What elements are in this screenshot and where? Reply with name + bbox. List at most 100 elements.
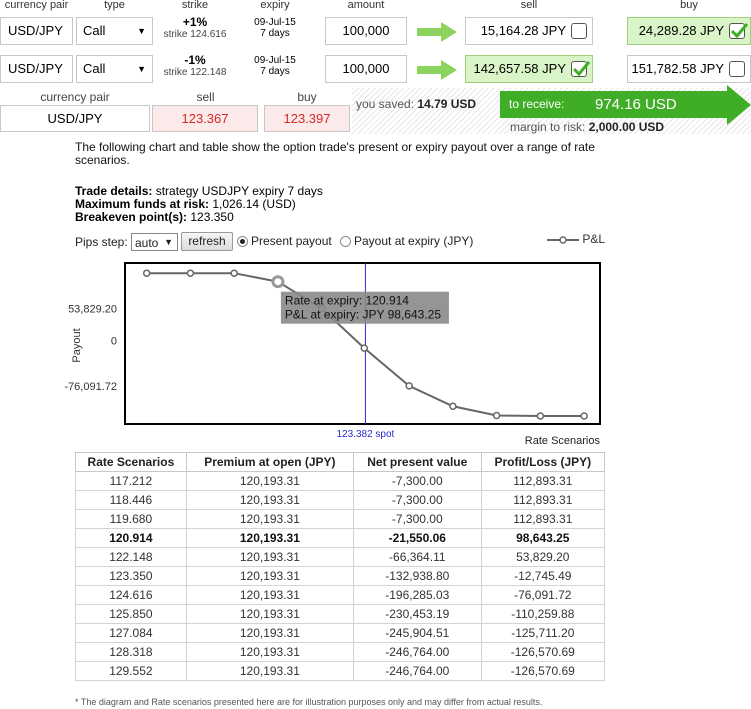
expiry-days: 7 days xyxy=(260,28,290,39)
table-row: 119.680 120,193.31 -7,300.00 112,893.31 xyxy=(75,509,606,529)
legend-label: P&L xyxy=(582,232,606,246)
trade-details: Trade details: strategy USDJPY expiry 7 … xyxy=(75,185,323,224)
spot-pair: USD/JPY xyxy=(0,105,150,132)
table-row: 125.850 120,193.31 -230,453.19 -110,259.88 xyxy=(75,604,606,624)
right-arrow-icon xyxy=(417,22,457,42)
table-cell: 120,193.31 xyxy=(185,547,354,567)
receive-value: 974.16 USD xyxy=(595,96,677,113)
x-axis-label: Rate Scenarios xyxy=(525,435,601,447)
data-point xyxy=(271,275,285,289)
buy-price-option[interactable]: 151,782.58 JPY xyxy=(627,55,751,83)
table-cell: 112,893.31 xyxy=(480,490,606,510)
present-payout-radio[interactable] xyxy=(237,236,248,247)
pips-step-select[interactable]: auto ▼ xyxy=(131,233,178,251)
expiry-cell: 09-Jul-15 7 days xyxy=(250,55,300,77)
table-row: 127.084 120,193.31 -245,904.51 -125,711.20 xyxy=(75,623,606,643)
data-point xyxy=(230,269,238,277)
y-axis-label: Payout xyxy=(71,328,83,362)
table-row: 120.914 120,193.31 -21,550.06 98,643.25 xyxy=(75,528,606,548)
payout-chart: 53,829.20 0 -76,091.72 Payout 123.382 spot Ra… xyxy=(0,255,751,450)
buy-checkbox[interactable] xyxy=(729,23,749,39)
data-point xyxy=(186,269,195,277)
strike-cell: +1% strike 124.616 xyxy=(160,16,230,41)
table-cell: 127.084 xyxy=(75,623,187,643)
sell-price-option[interactable]: 15,164.28 JPY xyxy=(465,17,593,45)
spot-sell-price[interactable]: 123.367 xyxy=(152,105,258,132)
order-row: USD/JPY Call ▼ -1% strike 122.148 09-Jul… xyxy=(0,52,751,86)
sell-price: 142,657.58 JPY xyxy=(473,61,566,76)
sell-checkbox[interactable] xyxy=(571,61,591,77)
data-point xyxy=(405,382,413,390)
header-sell: sell xyxy=(520,0,538,11)
spot-header-buy: buy xyxy=(297,90,317,104)
header-currency-pair: currency pair xyxy=(4,0,69,11)
spot-buy-price[interactable]: 123.397 xyxy=(264,105,350,132)
type-select[interactable]: Call ▼ xyxy=(76,17,153,45)
refresh-button[interactable]: refresh xyxy=(181,232,233,251)
payout-chart-svg: 53,829.20 0 -76,091.72 Payout 123.382 spot Ra… xyxy=(64,262,601,447)
strike-percent: -1% xyxy=(184,53,206,67)
buy-checkbox[interactable] xyxy=(729,61,745,77)
column-header: Rate Scenarios xyxy=(75,452,187,472)
table-cell: 117.212 xyxy=(75,471,187,491)
type-select[interactable]: Call ▼ xyxy=(76,55,153,83)
y-tick-label: 53,829.20 xyxy=(68,303,117,315)
table-cell: -126,570.69 xyxy=(480,642,606,662)
present-payout-label: Present payout xyxy=(251,234,332,248)
saved-label: you saved: xyxy=(356,97,415,111)
table-cell: -12,745.49 xyxy=(480,566,606,586)
table-cell: -7,300.00 xyxy=(352,471,482,491)
table-header-row: Rate Scenarios Premium at open (JPY) Net p… xyxy=(75,452,606,472)
sell-price-option[interactable]: 142,657.58 JPY xyxy=(465,55,593,83)
breakeven-line: Breakeven point(s): 123.350 xyxy=(75,211,323,224)
receive-banner: to receive: 974.16 USD xyxy=(500,91,728,118)
header-strike: strike xyxy=(181,0,209,11)
table-row: 122.148 120,193.31 -66,364.11 53,829.20 xyxy=(75,547,606,567)
breakeven-value: 123.350 xyxy=(190,210,234,224)
receive-arrow-icon xyxy=(727,85,751,125)
table-cell: 120,193.31 xyxy=(185,509,354,529)
table-cell: 128.318 xyxy=(75,642,187,662)
data-point xyxy=(536,412,545,420)
table-cell: -125,711.20 xyxy=(480,623,606,643)
data-point xyxy=(360,344,369,352)
table-cell: -245,904.51 xyxy=(352,623,482,643)
data-point xyxy=(492,411,501,420)
table-cell: 120,193.31 xyxy=(185,490,354,510)
checkmark-icon xyxy=(572,61,591,77)
table-cell: 129.552 xyxy=(75,661,187,681)
max-funds-label: Maximum funds at risk: xyxy=(75,197,210,211)
buy-price-option[interactable]: 24,289.28 JPY xyxy=(627,17,751,45)
table-cell: 120.914 xyxy=(75,528,187,548)
table-cell: 98,643.25 xyxy=(480,528,606,548)
header-amount: amount xyxy=(347,0,385,11)
expiry-payout-radio[interactable] xyxy=(340,236,351,247)
strike-value: strike 122.148 xyxy=(163,67,227,78)
currency-pair-field[interactable]: USD/JPY xyxy=(0,17,73,45)
spot-label: 123.382 spot xyxy=(336,429,394,440)
table-row: 128.318 120,193.31 -246,764.00 -126,570.69 xyxy=(75,642,606,662)
expiry-payout-label: Payout at expiry (JPY) xyxy=(354,234,474,248)
pips-step-label: Pips step: xyxy=(75,234,128,249)
table-row: 124.616 120,193.31 -196,285.03 -76,091.72 xyxy=(75,585,606,605)
table-cell: 112,893.31 xyxy=(480,471,606,491)
trade-details-label: Trade details: xyxy=(75,184,153,198)
saved-value: 14.79 USD xyxy=(417,97,477,111)
table-cell: -246,764.00 xyxy=(352,642,482,662)
type-select-value: Call xyxy=(83,61,106,76)
strike-percent: +1% xyxy=(182,15,208,29)
currency-pair-field[interactable]: USD/JPY xyxy=(0,55,73,83)
amount-input[interactable]: 100,000 xyxy=(325,17,407,45)
header-buy: buy xyxy=(680,0,698,11)
buy-price: 24,289.28 JPY xyxy=(638,23,724,38)
trade-details-value: strategy USDJPY expiry 7 days xyxy=(155,184,323,198)
table-cell: 122.148 xyxy=(75,547,187,567)
chevron-down-icon: ▼ xyxy=(164,237,173,247)
sell-checkbox[interactable] xyxy=(571,23,587,39)
expiry-date: 09-Jul-15 xyxy=(254,55,296,66)
header-expiry: expiry xyxy=(260,0,290,11)
table-cell: 123.350 xyxy=(75,566,187,586)
amount-input[interactable]: 100,000 xyxy=(325,55,407,83)
table-cell: 120,193.31 xyxy=(185,623,354,643)
table-cell: 120,193.31 xyxy=(185,528,354,548)
